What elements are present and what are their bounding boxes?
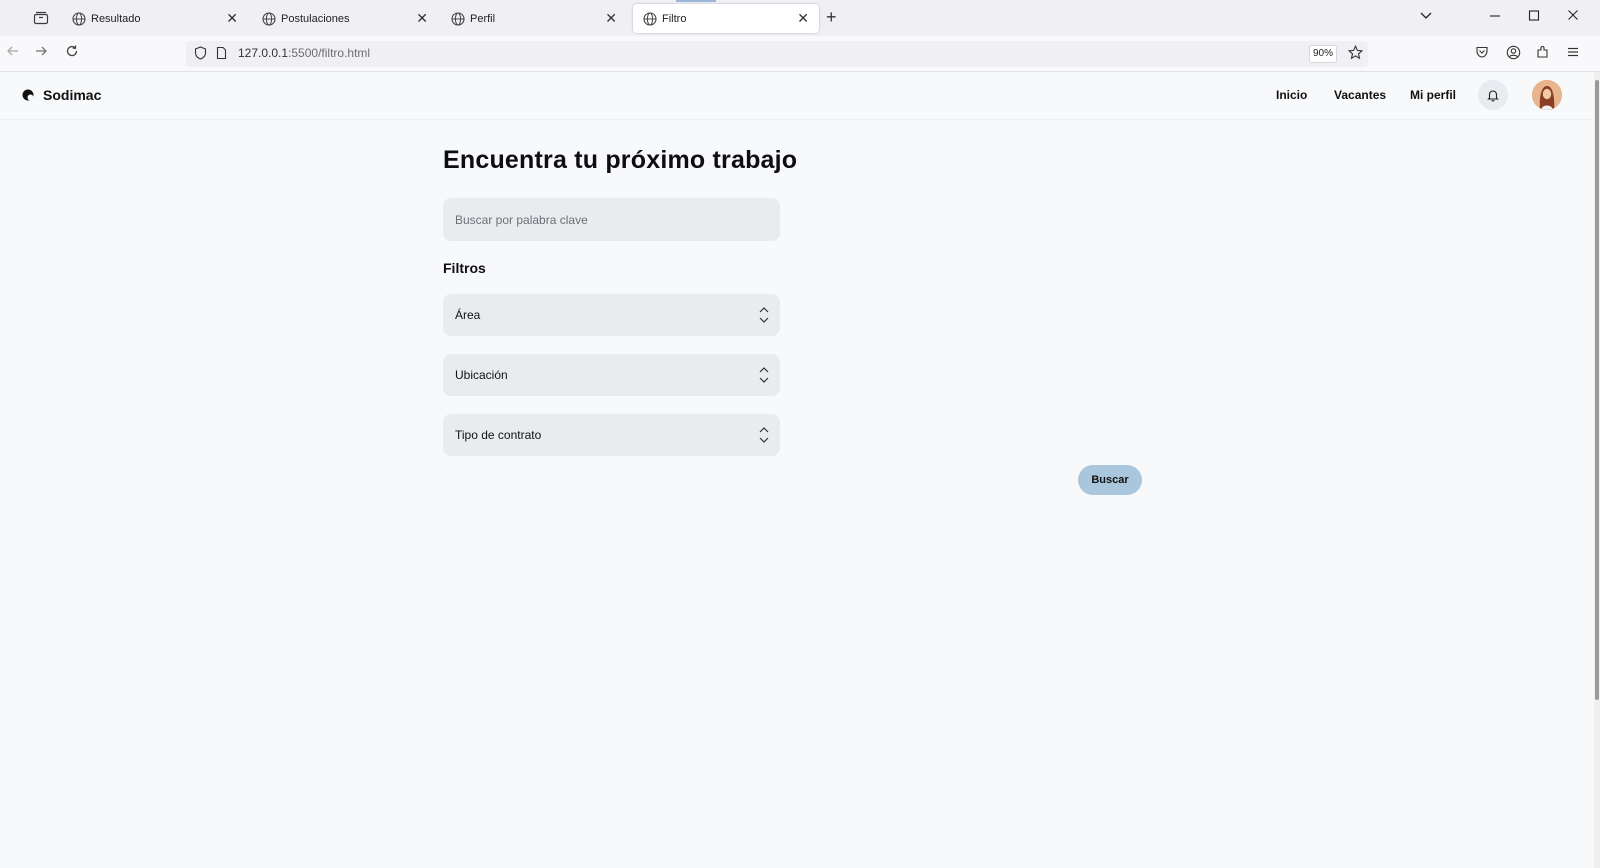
bookmark-star-icon[interactable] bbox=[1347, 44, 1364, 65]
tab-overview-icon[interactable] bbox=[30, 8, 52, 28]
minimize-icon[interactable] bbox=[1489, 8, 1501, 25]
tab-strip: Resultado ✕ Postulaciones ✕ Perfil ✕ Fil… bbox=[0, 0, 1600, 36]
tab-resultado[interactable]: Resultado ✕ bbox=[62, 4, 248, 33]
notifications-button[interactable] bbox=[1478, 80, 1508, 110]
area-select[interactable]: Área bbox=[443, 294, 780, 336]
brand-logo-link[interactable]: Sodimac bbox=[22, 87, 101, 103]
tipo-contrato-select[interactable]: Tipo de contrato bbox=[443, 414, 780, 456]
navigation-toolbar: 127.0.0.1:5500/filtro.html 90% bbox=[0, 36, 1600, 72]
reload-icon[interactable] bbox=[65, 44, 79, 63]
site-header: Sodimac Inicio Vacantes Mi perfil bbox=[0, 72, 1594, 120]
chevron-up-down-icon bbox=[759, 307, 769, 323]
browser-window: Resultado ✕ Postulaciones ✕ Perfil ✕ Fil… bbox=[0, 0, 1600, 868]
chevron-up-down-icon bbox=[759, 427, 769, 443]
forward-arrow-icon[interactable] bbox=[34, 44, 48, 63]
filters-heading: Filtros bbox=[443, 260, 486, 276]
menu-hamburger-icon[interactable] bbox=[1566, 45, 1580, 64]
scrollbar-thumb[interactable] bbox=[1595, 80, 1599, 700]
tab-label: Postulaciones bbox=[281, 12, 350, 25]
bell-icon bbox=[1487, 90, 1499, 102]
globe-icon bbox=[72, 11, 86, 26]
page-info-icon[interactable] bbox=[216, 46, 227, 65]
tab-filtro[interactable]: Filtro ✕ bbox=[633, 4, 819, 33]
account-icon[interactable] bbox=[1506, 45, 1521, 65]
tab-label: Perfil bbox=[470, 12, 496, 25]
avatar-image bbox=[1532, 80, 1562, 110]
tab-loading-indicator bbox=[676, 0, 716, 2]
brand-logo-icon bbox=[22, 89, 34, 101]
close-icon[interactable]: ✕ bbox=[226, 11, 238, 25]
maximize-icon[interactable] bbox=[1528, 8, 1540, 25]
back-arrow-icon[interactable] bbox=[6, 44, 20, 63]
nav-link-vacantes[interactable]: Vacantes bbox=[1334, 88, 1386, 102]
nav-link-inicio[interactable]: Inicio bbox=[1276, 88, 1307, 102]
search-button[interactable]: Buscar bbox=[1078, 465, 1142, 495]
nav-link-mi-perfil[interactable]: Mi perfil bbox=[1410, 88, 1456, 102]
url-text[interactable]: 127.0.0.1:5500/filtro.html bbox=[238, 46, 370, 60]
pocket-icon[interactable] bbox=[1475, 45, 1489, 64]
select-label: Tipo de contrato bbox=[455, 428, 542, 442]
keyword-search-input[interactable] bbox=[443, 198, 780, 241]
chevron-down-icon[interactable] bbox=[1419, 8, 1433, 25]
tab-label: Resultado bbox=[91, 12, 141, 25]
select-label: Ubicación bbox=[455, 368, 508, 382]
tab-label: Filtro bbox=[662, 12, 687, 25]
ubicacion-select[interactable]: Ubicación bbox=[443, 354, 780, 396]
page-viewport: Sodimac Inicio Vacantes Mi perfil Encuen… bbox=[0, 72, 1594, 868]
close-icon[interactable]: ✕ bbox=[605, 11, 617, 25]
close-icon[interactable]: ✕ bbox=[416, 11, 428, 25]
new-tab-plus-icon[interactable]: + bbox=[826, 7, 837, 27]
close-window-icon[interactable] bbox=[1567, 8, 1579, 25]
url-path: :5500/filtro.html bbox=[288, 46, 371, 60]
globe-icon bbox=[643, 11, 657, 26]
tab-postulaciones[interactable]: Postulaciones ✕ bbox=[252, 4, 438, 33]
globe-icon bbox=[262, 11, 276, 26]
chevron-up-down-icon bbox=[759, 367, 769, 383]
extensions-icon[interactable] bbox=[1536, 45, 1550, 64]
url-bar[interactable]: 127.0.0.1:5500/filtro.html 90% bbox=[186, 41, 1368, 67]
brand-name: Sodimac bbox=[43, 87, 102, 103]
select-label: Área bbox=[455, 308, 481, 322]
page-title: Encuentra tu próximo trabajo bbox=[443, 146, 798, 174]
avatar[interactable] bbox=[1532, 80, 1562, 110]
url-host: 127.0.0.1 bbox=[238, 46, 289, 60]
zoom-level-badge[interactable]: 90% bbox=[1309, 45, 1337, 63]
globe-icon bbox=[451, 11, 465, 26]
tab-perfil[interactable]: Perfil ✕ bbox=[441, 4, 627, 33]
close-icon[interactable]: ✕ bbox=[797, 11, 809, 25]
shield-icon[interactable] bbox=[194, 46, 207, 65]
